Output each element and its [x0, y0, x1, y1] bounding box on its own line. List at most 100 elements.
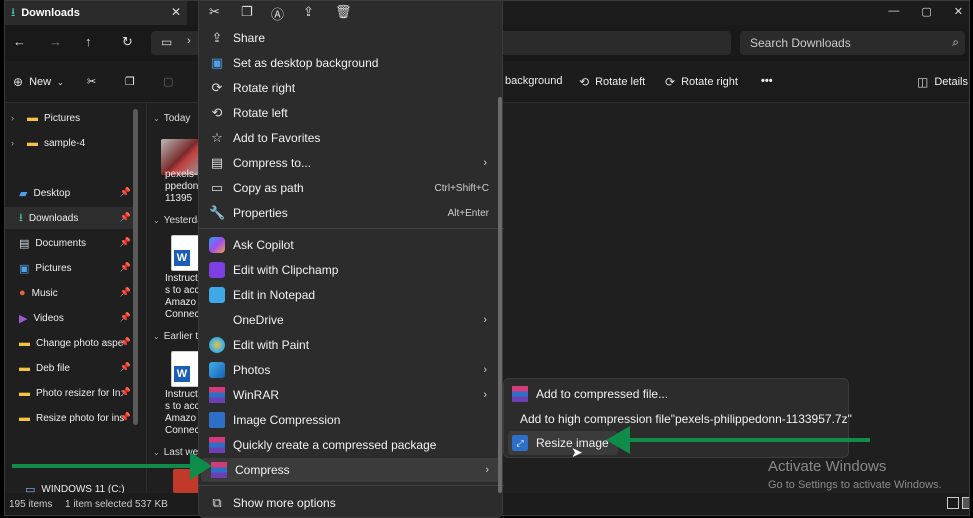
menu-item-quick-compressed-package[interactable]: Quickly create a compressed package	[199, 433, 499, 457]
sidebar-item-pictures-folder[interactable]: › ▬ Pictures	[5, 107, 135, 129]
sidebar-item-label: Desktop	[33, 187, 71, 199]
up-icon[interactable]: ↑	[85, 34, 92, 49]
tab-downloads[interactable]: ⭳ Downloads ✕	[5, 1, 187, 25]
photos-icon	[209, 362, 225, 378]
cut-icon[interactable]: ✂	[87, 75, 96, 88]
minimize-button[interactable]: —	[888, 5, 899, 18]
menu-item-label: Photos	[233, 363, 271, 377]
navigation-pane: › ▬ Pictures › ▬ sample-4 ▰ Desktop 📌 ⭳ …	[5, 103, 143, 496]
sidebar-item-deb-file[interactable]: ▬ Deb file 📌	[5, 357, 135, 379]
chevron-right-icon[interactable]: ›	[11, 138, 25, 148]
paste-icon[interactable]: ▢	[163, 75, 173, 88]
copy-icon[interactable]: ❐	[241, 4, 253, 20]
menu-item-edit-with-clipchamp[interactable]: Edit with Clipchamp	[199, 258, 499, 282]
submenu-item-add-to-high-compression[interactable]: Add to high compression file"pexels-phil…	[508, 407, 852, 431]
sidebar-item-resize-photo[interactable]: ▬ Resize photo for ins 📌	[5, 407, 135, 429]
chevron-right-icon[interactable]: ›	[11, 113, 25, 123]
close-button[interactable]: ✕	[954, 5, 963, 18]
menu-item-compress[interactable]: Compress ›	[201, 458, 501, 482]
menu-item-rotate-left[interactable]: ⟲ Rotate left	[199, 101, 499, 125]
menu-item-set-desktop-background[interactable]: ▣ Set as desktop background	[199, 51, 499, 75]
sidebar-item-desktop[interactable]: ▰ Desktop 📌	[5, 182, 135, 204]
sidebar-item-photo-resizer[interactable]: ▬ Photo resizer for In: 📌	[5, 382, 135, 404]
rotate-left-label: Rotate left	[595, 76, 646, 88]
pin-icon: 📌	[119, 237, 131, 247]
context-menu-scrollbar[interactable]	[498, 97, 502, 493]
group-header-today[interactable]: ⌄ Today	[153, 113, 190, 124]
sidebar-item-pictures[interactable]: ▣ Pictures 📌	[5, 257, 135, 279]
winrar-icon	[209, 387, 225, 403]
details-view-icon[interactable]	[947, 497, 959, 509]
tiles-view-icon[interactable]	[962, 497, 969, 509]
menu-item-winrar[interactable]: WinRAR ›	[199, 383, 499, 407]
sidebar-item-label: Downloads	[28, 212, 79, 224]
menu-item-edit-in-notepad[interactable]: Edit in Notepad	[199, 283, 499, 307]
forward-icon[interactable]: →	[49, 34, 62, 49]
back-icon[interactable]: ←	[13, 34, 26, 49]
sidebar-scrollbar[interactable]	[133, 109, 138, 425]
folder-icon: ▬	[19, 412, 30, 424]
star-icon: ☆	[211, 130, 223, 145]
sidebar-item-documents[interactable]: ▤ Documents 📌	[5, 232, 135, 254]
menu-item-properties[interactable]: 🔧 Properties Alt+Enter	[199, 201, 499, 225]
download-icon: ⭳	[19, 211, 23, 224]
menu-item-share[interactable]: ⇪ Share	[199, 26, 499, 50]
menu-item-edit-with-paint[interactable]: Edit with Paint	[199, 333, 499, 357]
menu-item-ask-copilot[interactable]: Ask Copilot	[199, 233, 499, 257]
menu-item-shortcut: Ctrl+Shift+C	[434, 182, 489, 194]
menu-item-label: Properties	[233, 206, 288, 220]
context-menu: ✂ ❐ Ⓐ ⇪ 🗑 ⇪ Share ▣ Set as desktop backg…	[198, 0, 504, 518]
pin-icon: 📌	[119, 312, 131, 322]
maximize-button[interactable]: ▢	[921, 5, 931, 18]
menu-item-add-to-favorites[interactable]: ☆ Add to Favorites	[199, 126, 499, 150]
search-placeholder: Search Downloads	[750, 36, 851, 50]
folder-icon: ▬	[19, 362, 30, 374]
menu-item-image-compression[interactable]: Image Compression	[199, 408, 499, 432]
sidebar-item-music[interactable]: ● Music 📌	[5, 282, 135, 304]
menu-item-label: Compress	[235, 463, 290, 477]
sidebar-item-downloads[interactable]: ⭳ Downloads 📌	[5, 207, 135, 229]
share-icon[interactable]: ⇪	[303, 4, 314, 20]
annotation-arrow-left-head	[190, 452, 212, 480]
more-options-icon: ⧉	[212, 495, 222, 510]
sidebar-item-change-photo-aspect[interactable]: ▬ Change photo aspe 📌	[5, 332, 135, 354]
menu-item-copy-as-path[interactable]: ▭ Copy as path Ctrl+Shift+C	[199, 176, 499, 200]
tab-close-icon[interactable]: ✕	[171, 5, 181, 19]
delete-icon[interactable]: 🗑	[335, 4, 352, 20]
set-background-label: background	[505, 75, 563, 87]
rename-icon[interactable]: Ⓐ	[271, 4, 284, 23]
group-header-earlier[interactable]: ⌄ Earlier th	[153, 331, 204, 342]
details-button[interactable]: ◫ Details	[917, 75, 968, 89]
menu-item-compress-to[interactable]: ▤ Compress to... ›	[199, 151, 499, 175]
winrar-icon	[512, 386, 528, 402]
copy-path-icon: ▭	[210, 180, 224, 195]
more-options-icon[interactable]: •••	[761, 75, 773, 87]
menu-item-photos[interactable]: Photos ›	[199, 358, 499, 382]
submenu-item-resize-image[interactable]: ⤢ Resize image	[508, 431, 618, 455]
submenu-item-label: Add to compressed file...	[536, 387, 669, 401]
menu-item-rotate-right[interactable]: ⟳ Rotate right	[199, 76, 499, 100]
sidebar-item-label: Documents	[35, 237, 86, 249]
group-header-yesterday[interactable]: ⌄ Yesterda	[153, 215, 203, 226]
chevron-down-icon: ⌄	[153, 114, 160, 123]
onedrive-icon	[209, 312, 225, 328]
set-background-button[interactable]: background	[505, 75, 563, 87]
rotate-right-button[interactable]: ⟳ Rotate right	[665, 75, 738, 89]
menu-item-show-more-options[interactable]: ⧉ Show more options	[199, 491, 499, 515]
paint-icon	[209, 337, 225, 353]
rotate-left-button[interactable]: ⟲ Rotate left	[579, 75, 645, 89]
copy-icon[interactable]: ❐	[125, 75, 135, 88]
chevron-down-icon: ⌄	[57, 77, 64, 87]
menu-item-onedrive[interactable]: OneDrive ›	[199, 308, 499, 332]
menu-item-label: Edit with Paint	[233, 338, 310, 352]
search-input[interactable]: Search Downloads ⌕	[740, 31, 965, 55]
submenu-item-add-to-compressed-file[interactable]: Add to compressed file...	[508, 382, 846, 406]
search-icon: ⌕	[952, 35, 959, 49]
cut-icon[interactable]: ✂	[209, 4, 220, 20]
sidebar-item-sample-4[interactable]: › ▬ sample-4	[5, 132, 135, 154]
new-button[interactable]: ⊕ New ⌄	[13, 75, 64, 89]
pin-icon: 📌	[119, 387, 131, 397]
refresh-icon[interactable]: ↻	[122, 34, 133, 50]
chevron-right-icon: ›	[483, 364, 487, 376]
sidebar-item-videos[interactable]: ▶ Videos 📌	[5, 307, 135, 329]
